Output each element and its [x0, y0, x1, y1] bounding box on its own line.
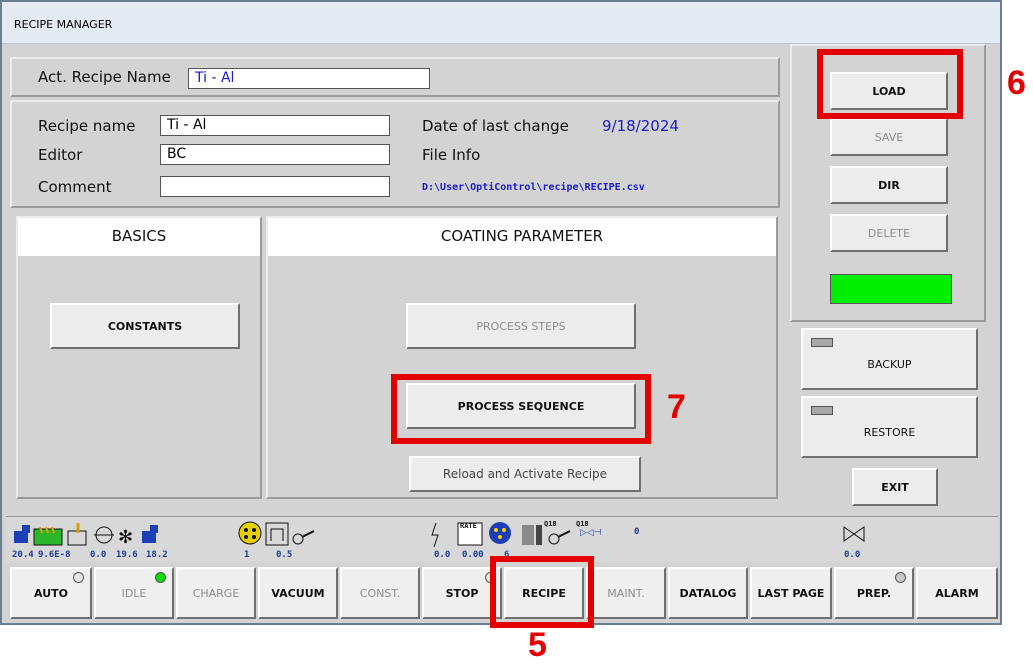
comment-label: Comment [38, 178, 112, 196]
restore-indicator [811, 406, 833, 415]
window-title: RECIPE MANAGER [14, 18, 113, 31]
nav-const-button[interactable]: CONST. [340, 567, 420, 619]
nav-auto-button[interactable]: AUTO [10, 567, 92, 619]
basics-header: BASICS [18, 218, 260, 256]
status-value-6: 1 [244, 550, 250, 560]
editor-label: Editor [38, 146, 83, 164]
nav-vacuum-button[interactable]: VACUUM [258, 567, 338, 619]
highlight-recipe [490, 556, 594, 628]
editor-input[interactable]: BC [160, 144, 390, 165]
recipe-details-panel: Recipe name Ti - Al Editor BC Comment Da… [10, 100, 780, 208]
gas-source-icons [238, 521, 315, 546]
nav-last-page-button[interactable]: LAST PAGE [750, 567, 832, 619]
q18-label-1: Q18 [544, 520, 557, 528]
rate-label: RATE [460, 522, 477, 530]
coating-header: COATING PARAMETER [268, 218, 776, 256]
status-value-9: 0.00 [462, 550, 484, 560]
status-value-5: 18.2 [146, 550, 168, 560]
date-value: 9/18/2024 [602, 117, 679, 135]
status-value-1: 20.4 [12, 550, 34, 560]
nav-maint-button[interactable]: MAINT. [586, 567, 666, 619]
nav-idle-button[interactable]: IDLE [94, 567, 174, 619]
nav-charge-button[interactable]: CHARGE [176, 567, 256, 619]
nav-datalog-button[interactable]: DATALOG [668, 567, 748, 619]
status-value-7: 0.5 [276, 550, 293, 560]
dir-button[interactable]: DIR [830, 166, 948, 204]
auto-led [73, 572, 84, 583]
restore-button[interactable]: RESTORE [801, 396, 978, 458]
comment-input[interactable] [160, 176, 390, 197]
backup-button[interactable]: BACKUP [801, 328, 978, 390]
status-value-11: 0 [634, 527, 640, 537]
highlight-load [817, 49, 963, 119]
basics-section: BASICS CONSTANTS [16, 216, 262, 499]
reload-activate-button[interactable]: Reload and Activate Recipe [409, 456, 641, 492]
nav-idle-label: IDLE [121, 586, 147, 600]
save-button[interactable]: SAVE [830, 118, 948, 156]
valve-icon [843, 526, 865, 542]
highlight-process-sequence [391, 374, 651, 444]
backup-indicator [811, 338, 833, 347]
q18-label-2: Q18 [576, 520, 589, 528]
callout-6: 6 [1007, 64, 1026, 102]
callout-5: 5 [528, 626, 547, 664]
title-bar: RECIPE MANAGER [2, 2, 1000, 44]
nav-prep-label: PREP. [856, 586, 892, 600]
file-path: D:\User\OptiControl\recipe\RECIPE.csv [422, 182, 645, 193]
constants-button[interactable]: CONSTANTS [50, 303, 240, 349]
nav-stop-label: STOP [445, 586, 479, 600]
callout-7: 7 [667, 388, 686, 426]
idle-led [155, 572, 166, 583]
act-recipe-label: Act. Recipe Name [38, 68, 171, 86]
nav-alarm-button[interactable]: ALARM [916, 567, 998, 619]
status-value-2: 9.6E-8 [38, 550, 71, 560]
nav-auto-label: AUTO [34, 586, 68, 600]
pump-vacuum-icons: ✻ [14, 523, 158, 547]
prep-led [895, 572, 906, 583]
act-recipe-field: Ti - Al [188, 68, 430, 89]
status-value-4: 19.6 [116, 550, 138, 560]
delete-button[interactable]: DELETE [830, 214, 948, 252]
restore-label: RESTORE [863, 425, 916, 439]
svg-text:✻: ✻ [118, 527, 133, 547]
recipe-name-input[interactable]: Ti - Al [160, 115, 390, 136]
nav-prep-button[interactable]: PREP. [834, 567, 914, 619]
process-steps-button[interactable]: PROCESS STEPS [406, 303, 636, 349]
exit-button[interactable]: EXIT [852, 468, 938, 506]
coating-parameter-section: COATING PARAMETER PROCESS STEPS PROCESS … [266, 216, 778, 499]
date-label: Date of last change [422, 117, 569, 135]
status-value-8: 0.0 [434, 550, 451, 560]
svg-text:▷◁⊣: ▷◁⊣ [580, 528, 602, 538]
active-recipe-panel: Act. Recipe Name Ti - Al [10, 57, 780, 97]
recipe-name-label: Recipe name [38, 117, 136, 135]
status-value-12: 0.0 [844, 550, 861, 560]
file-info-label: File Info [422, 146, 481, 164]
backup-label: BACKUP [867, 357, 912, 371]
status-value-3: 0.0 [90, 550, 107, 560]
status-indicator [830, 274, 952, 304]
